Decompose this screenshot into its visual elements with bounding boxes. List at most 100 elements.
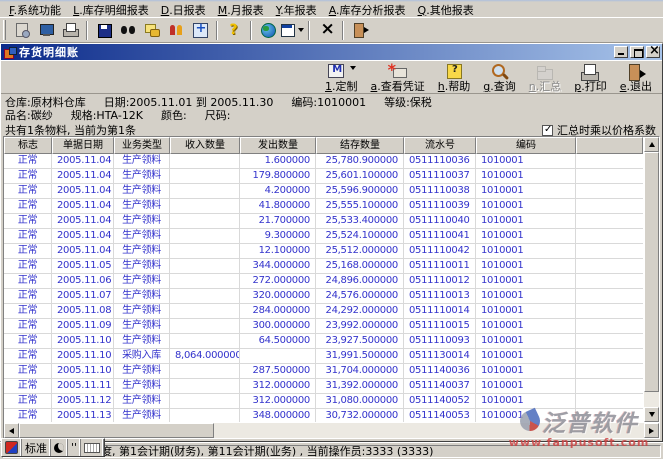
table-row[interactable]: 正常2005.11.07生产领料320.00000024,576.0000000… — [4, 289, 643, 304]
find-button[interactable] — [116, 19, 140, 41]
save-button[interactable] — [92, 19, 116, 41]
table-row[interactable]: 正常2005.11.11生产领料312.00000031,392.0000000… — [4, 379, 643, 394]
cell: 0511110011 — [404, 259, 476, 274]
cell: 300.000000 — [240, 319, 316, 334]
close-button[interactable] — [314, 19, 338, 41]
table-row[interactable]: 正常2005.11.10生产领料287.50000031,704.0000000… — [4, 364, 643, 379]
cell: 272.000000 — [240, 274, 316, 289]
query-button[interactable]: g.查询 — [483, 62, 515, 92]
cell: 31,704.000000 — [316, 364, 404, 379]
ime-punctuation-button[interactable]: '' — [68, 439, 81, 456]
table-row[interactable]: 正常2005.11.06生产领料272.00000024,896.0000000… — [4, 274, 643, 289]
horizontal-scrollbar[interactable] — [4, 422, 659, 438]
cell-filler — [576, 349, 643, 364]
table-row[interactable]: 正常2005.11.04生产领料4.20000025,596.900000051… — [4, 184, 643, 199]
help-button[interactable]: h.帮助 — [438, 62, 470, 92]
exit-button[interactable]: e.退出 — [620, 62, 652, 92]
column-header-8[interactable]: 编码 — [476, 137, 576, 154]
horizontal-scroll-thumb[interactable] — [19, 423, 214, 438]
cell: 1010001 — [476, 364, 576, 379]
button-key: 1 — [325, 80, 332, 93]
table-row[interactable]: 正常2005.11.04生产领料1.60000025,780.900000051… — [4, 154, 643, 169]
menu-label: .库存分析报表 — [336, 4, 406, 17]
table-row[interactable]: 正常2005.11.04生产领料12.10000025,512.00000005… — [4, 244, 643, 259]
menu-item-L[interactable]: L.库存明细报表 — [67, 2, 155, 18]
info-segment: 品名:碳纱 — [5, 109, 53, 122]
scroll-right-button[interactable] — [644, 423, 659, 438]
vertical-scroll-thumb[interactable] — [644, 152, 659, 392]
computer-button[interactable] — [34, 19, 58, 41]
table-row[interactable]: 正常2005.11.05生产领料344.00000025,168.0000000… — [4, 259, 643, 274]
menu-item-F[interactable]: F.系统功能 — [3, 2, 67, 18]
window-titlebar[interactable]: 存货明细账 — [1, 44, 662, 60]
menu-bar: F.系统功能L.库存明细报表D.日报表M.月报表Y.年报表A.库存分析报表Q.其… — [0, 2, 663, 17]
view-voucher-button[interactable]: a.查看凭证 — [371, 62, 425, 92]
column-header-6[interactable]: 结存数量 — [316, 137, 404, 154]
ime-logo-button[interactable] — [2, 439, 22, 456]
cell: 2005.11.09 — [52, 319, 114, 334]
vertical-scroll-track[interactable] — [644, 392, 659, 407]
info-line-1: 仓库:原材料仓库日期:2005.11.01 到 2005.11.30编码:101… — [5, 96, 658, 109]
info-segment: 编码:1010001 — [291, 96, 366, 109]
ime-fullhalf-button[interactable] — [51, 439, 68, 456]
button-key: n — [529, 80, 536, 93]
restore-button[interactable] — [630, 46, 644, 58]
window-button[interactable] — [280, 19, 304, 41]
users-button[interactable] — [164, 19, 188, 41]
cell: 1010001 — [476, 334, 576, 349]
ime-mode-button[interactable]: 标准 — [22, 439, 51, 456]
table-row[interactable]: 正常2005.11.10采购入库8,064.00000031,991.50000… — [4, 349, 643, 364]
exit-button[interactable] — [348, 19, 372, 41]
scroll-down-button[interactable] — [644, 407, 659, 422]
arrow-right-icon — [649, 428, 654, 434]
ime-toolbar[interactable]: 标准 '' — [1, 438, 105, 457]
menu-item-M[interactable]: M.月报表 — [212, 2, 270, 18]
cell — [170, 229, 240, 244]
query-icon — [490, 63, 510, 81]
table-row[interactable]: 正常2005.11.04生产领料41.80000025,555.10000005… — [4, 199, 643, 214]
arrow-left-icon — [9, 428, 14, 434]
cell: 正常 — [4, 334, 52, 349]
column-header-4[interactable]: 收入数量 — [170, 137, 240, 154]
column-header-5[interactable]: 发出数量 — [240, 137, 316, 154]
table-row[interactable]: 正常2005.11.04生产领料179.80000025,601.1000000… — [4, 169, 643, 184]
summarize-button[interactable]: n.汇总 — [529, 62, 561, 92]
cell: 2005.11.11 — [52, 379, 114, 394]
menu-item-Y[interactable]: Y.年报表 — [270, 2, 323, 18]
info-segment: 仓库:原材料仓库 — [5, 96, 86, 109]
column-header-3[interactable]: 业务类型 — [114, 137, 170, 154]
menu-item-A[interactable]: A.库存分析报表 — [323, 2, 412, 18]
horizontal-scroll-track[interactable] — [214, 423, 644, 438]
table-row[interactable]: 正常2005.11.12生产领料312.00000031,080.0000000… — [4, 394, 643, 409]
navigate-button[interactable] — [188, 19, 212, 41]
minimize-button[interactable] — [614, 46, 628, 58]
certificate-button[interactable] — [10, 19, 34, 41]
hand-card-button[interactable] — [140, 19, 164, 41]
help-button[interactable] — [222, 19, 246, 41]
column-header-2[interactable]: 单据日期 — [52, 137, 114, 154]
globe-button[interactable] — [256, 19, 280, 41]
menu-item-D[interactable]: D.日报表 — [155, 2, 212, 18]
table-row[interactable]: 正常2005.11.04生产领料21.70000025,533.40000005… — [4, 214, 643, 229]
table-row[interactable]: 正常2005.11.09生产领料300.00000023,992.0000000… — [4, 319, 643, 334]
scroll-left-button[interactable] — [4, 423, 19, 438]
menu-item-Q[interactable]: Q.其他报表 — [412, 2, 480, 18]
table-row[interactable]: 正常2005.11.13生产领料348.00000030,732.0000000… — [4, 409, 643, 422]
print-preview-button[interactable] — [58, 19, 82, 41]
close-button[interactable] — [646, 46, 660, 58]
cell: 1010001 — [476, 199, 576, 214]
toolbar-separator — [308, 21, 310, 40]
print-button[interactable]: p.打印 — [574, 62, 606, 92]
window-toolbar: 1.定制 a.查看凭证 h.帮助 g.查询 n.汇总 p.打印 e.退出 — [1, 60, 662, 94]
cell — [170, 214, 240, 229]
table-row[interactable]: 正常2005.11.10生产领料64.50000023,927.50000005… — [4, 334, 643, 349]
column-header-1[interactable]: 标志 — [4, 137, 52, 154]
ime-keyboard-button[interactable] — [81, 439, 104, 456]
vertical-scrollbar[interactable] — [643, 137, 659, 422]
customize-button[interactable]: 1.定制 — [325, 62, 358, 92]
cell: 生产领料 — [114, 169, 170, 184]
table-row[interactable]: 正常2005.11.08生产领料284.00000024,292.0000000… — [4, 304, 643, 319]
column-header-7[interactable]: 流水号 — [404, 137, 476, 154]
table-row[interactable]: 正常2005.11.04生产领料9.30000025,524.100000051… — [4, 229, 643, 244]
scroll-up-button[interactable] — [644, 137, 659, 152]
